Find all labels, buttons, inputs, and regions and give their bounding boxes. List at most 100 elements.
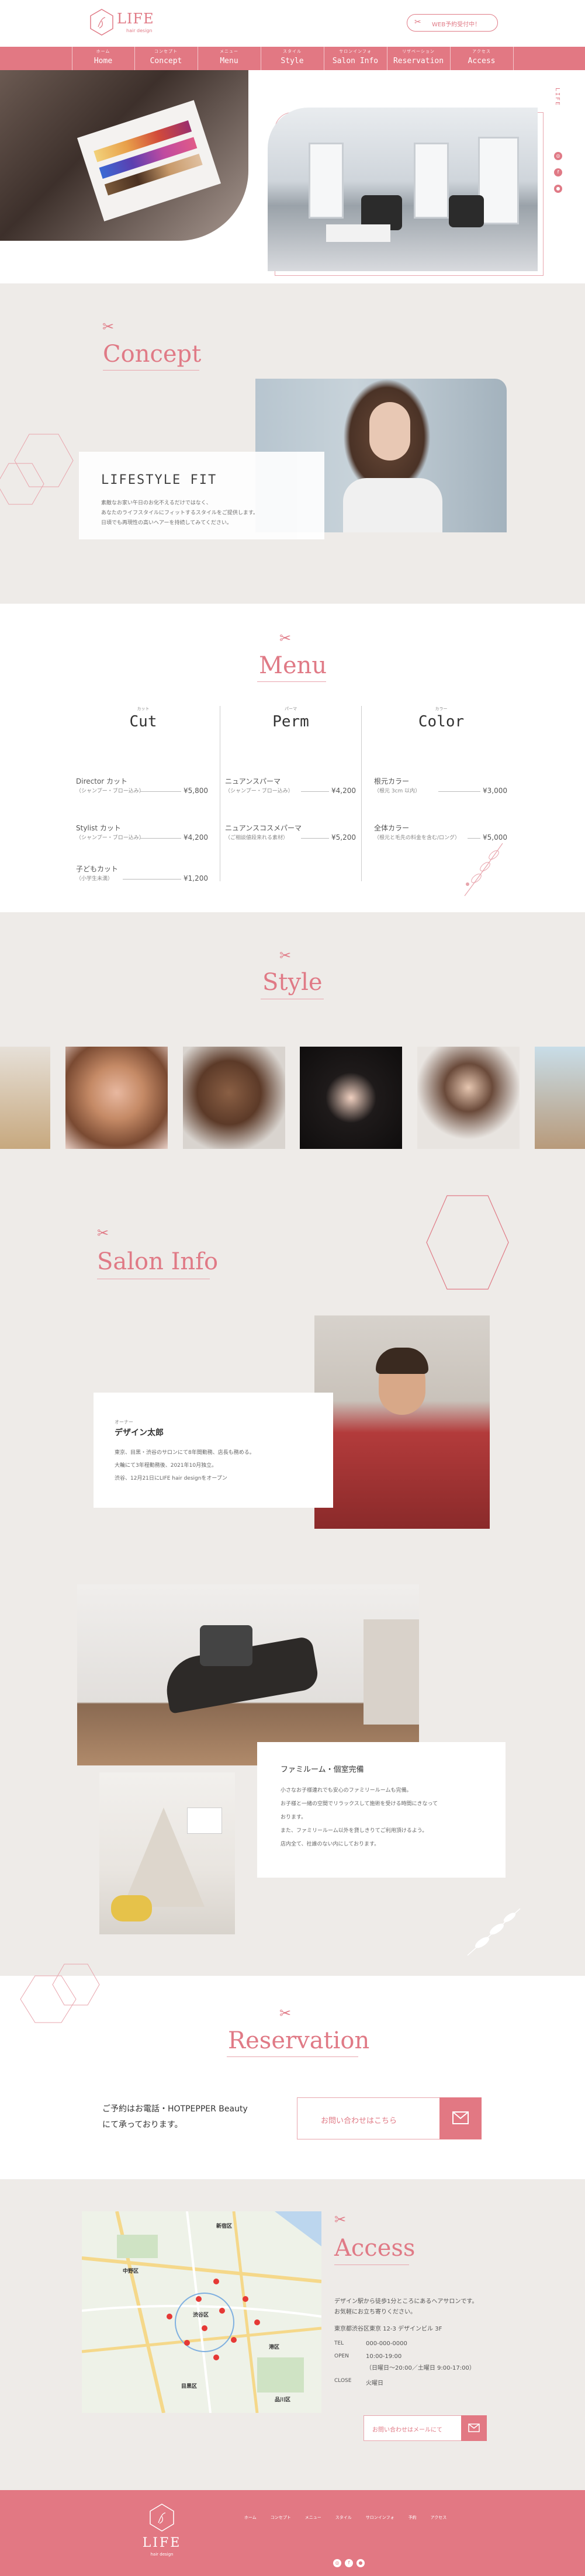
salon-mirror: [478, 137, 519, 224]
menu-item-leader: [123, 879, 181, 880]
nav-item-reservation[interactable]: リザベーション Reservation: [387, 47, 451, 70]
shampoo-basin: [200, 1625, 252, 1666]
footer-link-reservation[interactable]: 予約: [409, 2515, 417, 2523]
menu-item-name: 子どもカット: [76, 865, 119, 873]
hero-section: LIFE ◎ f ●: [0, 70, 585, 283]
menu-item-leader: [140, 838, 181, 839]
close-label: CLOSE: [334, 2378, 352, 2384]
menu-column-perm: パーマ Perm ニュアンスパーマ （シャンプー・ブロー込み） ¥4,200 ニ…: [225, 706, 356, 893]
style-photo[interactable]: [300, 1047, 402, 1149]
nav-item-salon-info[interactable]: サロンインフォ Salon Info: [324, 47, 387, 70]
main-nav: ホーム Home コンセプト Concept メニュー Menu スタイル Style …: [0, 47, 585, 70]
tel-value[interactable]: 000-000-0000: [366, 2340, 407, 2347]
family-room-body-3: おります。: [281, 1815, 307, 1820]
nav-item-access[interactable]: アクセス Access: [451, 47, 514, 70]
reservation-title: Reservation: [228, 2027, 370, 2054]
web-reservation-label: WEB予約受付中！: [432, 22, 481, 28]
footer-link-menu[interactable]: メニュー: [305, 2515, 321, 2523]
style-photo[interactable]: [417, 1047, 520, 1149]
menu-item-leader: [301, 838, 329, 839]
facebook-icon[interactable]: f: [345, 2559, 353, 2567]
nav-label: Concept: [150, 57, 182, 65]
instagram-icon[interactable]: ◎: [333, 2559, 341, 2567]
style-photo[interactable]: [65, 1047, 168, 1149]
contact-button[interactable]: お問い合わせはこちら: [297, 2097, 482, 2139]
access-map[interactable]: 新宿区 渋谷区 目黒区 港区 中野区 品川区: [82, 2211, 321, 2413]
web-reservation-button[interactable]: ✂ WEB予約受付中！: [407, 14, 498, 32]
color-chart-card: [77, 100, 221, 221]
open-value-2: （日曜日～20:00／土曜日 9:00-17:00）: [366, 2365, 475, 2371]
nav-item-home[interactable]: ホーム Home: [71, 47, 135, 70]
footer-link-access[interactable]: アクセス: [431, 2515, 447, 2523]
nav-label: Salon Info: [332, 57, 379, 65]
line-icon[interactable]: ●: [356, 2559, 365, 2567]
contact-button-label: お問い合わせはこちら: [321, 2117, 397, 2125]
owner-body-2: 大輪にて3年程勤務後、2021年10月独立。: [115, 1463, 217, 1469]
nav-item-menu[interactable]: メニュー Menu: [198, 47, 261, 70]
menu-item-sub: （根元 3cm 以内）: [374, 788, 421, 794]
contact-button-icon-box: [439, 2097, 482, 2139]
facebook-icon[interactable]: f: [554, 168, 562, 176]
close-value: 火曜日: [366, 2380, 383, 2387]
menu-item-sub: （根元と毛先の料金を含む/ロング）: [374, 835, 461, 841]
style-photo[interactable]: [535, 1047, 585, 1149]
concept-body-2: あなたのライフスタイルにフィットするスタイルをご提供します。: [101, 510, 258, 516]
scissors-icon: ✂: [279, 630, 292, 646]
site-footer: LIFE hair design ホーム コンセプト メニュー スタイル サロン…: [0, 2490, 585, 2576]
family-room-body-2: お子様と一緒の空間でリラックスして施術を受ける時間にきなって: [281, 1801, 438, 1807]
concept-body-3: 日頃でも再現性の高いヘアーを持続してみてください。: [101, 520, 232, 526]
footer-link-style[interactable]: スタイル: [335, 2515, 352, 2523]
owner-card: オーナー デザイン太郎 東京、目黒・渋谷のサロンにて8年間勤務、店長も務める。 …: [94, 1393, 333, 1508]
nav-sub: ホーム: [96, 49, 110, 54]
logo-hexagon-icon: [90, 9, 113, 36]
nav-item-style[interactable]: スタイル Style: [261, 47, 324, 70]
menu-item-sub: （小学生未満）: [76, 876, 113, 882]
cushion: [111, 1895, 152, 1921]
reservation-title-underline: [227, 2056, 358, 2057]
mail-contact-button[interactable]: お問い合わせはメールにて: [364, 2415, 487, 2441]
scissors-icon: ✂: [97, 1225, 109, 1241]
nav-label: Style: [281, 57, 304, 65]
style-photo[interactable]: [0, 1047, 50, 1149]
nav-sub: コンセプト: [154, 49, 178, 54]
menu-item-name: ニュアンスコスメパーマ: [225, 824, 302, 832]
scissors-icon: ✂: [279, 947, 292, 964]
nav-label: Access: [468, 57, 496, 65]
concept-title: Concept: [103, 341, 202, 368]
mail-contact-label: お問い合わせはメールにて: [372, 2427, 442, 2433]
access-desc-1: デザイン駅から徒歩1分ところにあるヘアサロンです。: [334, 2298, 478, 2305]
mail-icon: [452, 2111, 469, 2124]
nav-item-concept[interactable]: コンセプト Concept: [135, 47, 198, 70]
family-room-body-5: 店内全て、社誰のない内にしております。: [281, 1841, 380, 1847]
hero-image-salon-interior: [268, 108, 538, 271]
owner-name: デザイン太郎: [115, 1428, 164, 1438]
instagram-icon[interactable]: ◎: [554, 152, 562, 160]
scissors-icon: ✂: [334, 2211, 347, 2228]
footer-logo-text: LIFE: [142, 2536, 182, 2550]
family-room-body-4: また、ファミリールーム以外を貸しきりてご利用頂けるよう。: [281, 1828, 428, 1834]
salon-mirror: [414, 143, 449, 219]
menu-item-sub: （ご相談値段来れる素材）: [225, 835, 289, 841]
menu-column-ruby: カット: [137, 707, 150, 711]
footer-link-home[interactable]: ホーム: [244, 2515, 257, 2523]
reservation-text-1: ご予約はお電話・HOTPEPPER Beauty: [102, 2104, 248, 2114]
menu-item-name: Director カット: [76, 777, 128, 785]
footer-link-concept[interactable]: コンセプト: [271, 2515, 291, 2523]
line-icon[interactable]: ●: [554, 185, 562, 193]
footer-logo[interactable]: LIFE hair design: [130, 2503, 194, 2559]
menu-column-cut: カット Cut Director カット （シャンプー・ブロー込み） ¥5,80…: [76, 706, 210, 893]
nav-label: Reservation: [393, 57, 444, 65]
salon-mirror: [309, 143, 344, 219]
footer-link-salon-info[interactable]: サロンインフォ: [366, 2515, 394, 2523]
menu-item-price: ¥5,800: [184, 787, 208, 795]
logo[interactable]: LIFE hair design: [89, 6, 165, 40]
menu-item-name: ニュアンスパーマ: [225, 777, 281, 785]
style-photo[interactable]: [183, 1047, 285, 1149]
map-label: 新宿区: [216, 2224, 233, 2229]
footer-logo-subtext: hair design: [150, 2552, 174, 2557]
menu-column-name: Color: [418, 713, 465, 730]
reservation-text-2: にて承っております。: [102, 2120, 183, 2130]
mail-icon: [468, 2423, 480, 2432]
scissors-icon: ✂: [414, 18, 421, 27]
site-header: LIFE hair design ✂ WEB予約受付中！: [0, 0, 585, 47]
